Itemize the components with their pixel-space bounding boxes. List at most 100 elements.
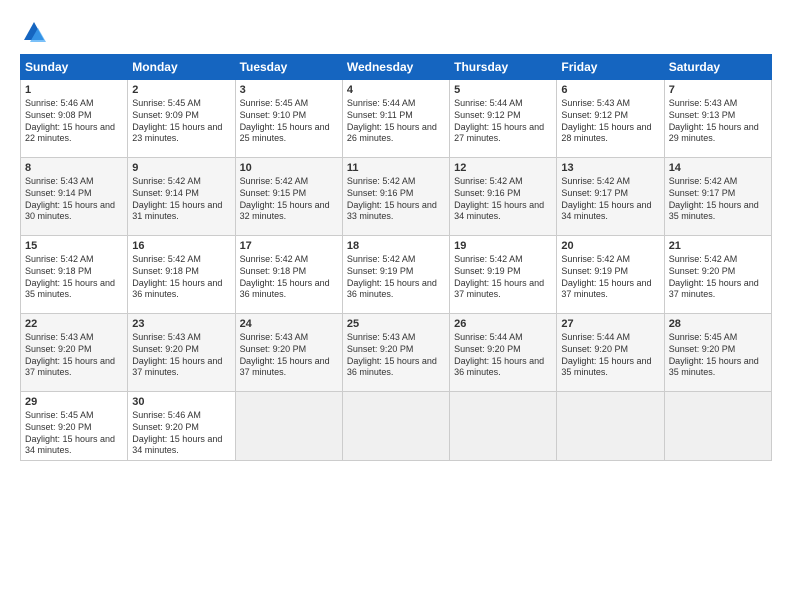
calendar-cell: 13Sunrise: 5:42 AMSunset: 9:17 PMDayligh… [557, 158, 664, 236]
day-number: 30 [132, 395, 230, 409]
calendar-cell: 15Sunrise: 5:42 AMSunset: 9:18 PMDayligh… [21, 236, 128, 314]
day-header-thursday: Thursday [450, 55, 557, 80]
day-number: 7 [669, 83, 767, 97]
calendar-cell: 21Sunrise: 5:42 AMSunset: 9:20 PMDayligh… [664, 236, 771, 314]
calendar-cell: 2Sunrise: 5:45 AMSunset: 9:09 PMDaylight… [128, 80, 235, 158]
day-number: 16 [132, 239, 230, 253]
calendar-cell: 10Sunrise: 5:42 AMSunset: 9:15 PMDayligh… [235, 158, 342, 236]
daylight-text: Daylight: 15 hours and 37 minutes. [240, 356, 330, 378]
week-row-5: 29Sunrise: 5:45 AMSunset: 9:20 PMDayligh… [21, 392, 772, 461]
day-number: 26 [454, 317, 552, 331]
sunrise-text: Sunrise: 5:42 AM [454, 254, 523, 264]
daylight-text: Daylight: 15 hours and 22 minutes. [25, 122, 115, 144]
day-number: 1 [25, 83, 123, 97]
day-number: 5 [454, 83, 552, 97]
calendar-cell: 3Sunrise: 5:45 AM Sunset: 9:10 PM Daylight… [235, 80, 342, 158]
sunrise-text: Sunrise: 5:42 AM [240, 254, 309, 264]
sunrise-text: Sunrise: 5:45 AM [25, 410, 94, 420]
daylight-text: Daylight: 15 hours and 35 minutes. [561, 356, 651, 378]
calendar-cell: 27Sunrise: 5:44 AMSunset: 9:20 PMDayligh… [557, 314, 664, 392]
daylight-text: Daylight: 15 hours and 34 minutes. [454, 200, 544, 222]
daylight-text: Daylight: 15 hours and 37 minutes. [669, 278, 759, 300]
calendar-cell: 4Sunrise: 5:44 AMSunset: 9:11 PMDaylight… [342, 80, 449, 158]
sunset-text: Sunset: 9:18 PM [240, 266, 307, 276]
sunset-text: Sunset: 9:08 PM [25, 110, 92, 120]
sunrise-text: Sunrise: 5:43 AM [25, 332, 94, 342]
day-number: 6 [561, 83, 659, 97]
calendar-cell [342, 392, 449, 461]
daylight-text: Daylight: 15 hours and 37 minutes. [454, 278, 544, 300]
day-number: 29 [25, 395, 123, 409]
day-number: 9 [132, 161, 230, 175]
week-row-2: 8Sunrise: 5:43 AMSunset: 9:14 PMDaylight… [21, 158, 772, 236]
daylight-text: Daylight: 15 hours and 34 minutes. [561, 200, 651, 222]
daylight-text: Daylight: 15 hours and 34 minutes. [25, 434, 115, 456]
sunset-text: Sunset: 9:15 PM [240, 188, 307, 198]
day-header-saturday: Saturday [664, 55, 771, 80]
day-number: 22 [25, 317, 123, 331]
day-number: 3 [240, 83, 338, 97]
daylight-text: Daylight: 15 hours and 31 minutes. [132, 200, 222, 222]
sunset-text: Sunset: 9:20 PM [669, 344, 736, 354]
sunrise-text: Sunrise: 5:42 AM [240, 176, 309, 186]
day-number: 13 [561, 161, 659, 175]
daylight-text: Daylight: 15 hours and 30 minutes. [25, 200, 115, 222]
sunrise-text: Sunrise: 5:43 AM [561, 98, 630, 108]
calendar-cell: 14Sunrise: 5:42 AMSunset: 9:17 PMDayligh… [664, 158, 771, 236]
daylight-text: Daylight: 15 hours and 29 minutes. [669, 122, 759, 144]
daylight-text: Daylight: 15 hours and 33 minutes. [347, 200, 437, 222]
day-number: 2 [132, 83, 230, 97]
daylight-text: Daylight: 15 hours and 36 minutes. [132, 278, 222, 300]
calendar-cell: 11Sunrise: 5:42 AMSunset: 9:16 PMDayligh… [342, 158, 449, 236]
sunset-text: Sunset: 9:17 PM [669, 188, 736, 198]
sunset-text: Sunset: 9:20 PM [25, 344, 92, 354]
day-number: 28 [669, 317, 767, 331]
logo [20, 18, 52, 46]
daylight-text: Daylight: 15 hours and 28 minutes. [561, 122, 651, 144]
logo-icon [20, 18, 48, 46]
calendar-cell: 26Sunrise: 5:44 AMSunset: 9:20 PMDayligh… [450, 314, 557, 392]
sunset-text: Sunset: 9:14 PM [132, 188, 199, 198]
calendar-cell [235, 392, 342, 461]
sunset-text: Sunset: 9:11 PM [347, 110, 413, 120]
calendar-cell: 7Sunrise: 5:43 AMSunset: 9:13 PMDaylight… [664, 80, 771, 158]
sunset-text: Sunset: 9:18 PM [132, 266, 199, 276]
daylight-text: Daylight: 15 hours and 23 minutes. [132, 122, 222, 144]
daylight-text: Daylight: 15 hours and 36 minutes. [454, 356, 544, 378]
daylight-text: Daylight: 15 hours and 37 minutes. [25, 356, 115, 378]
sunrise-text: Sunrise: 5:46 AM [132, 410, 201, 420]
day-number: 17 [240, 239, 338, 253]
sunset-text: Sunset: 9:10 PM [240, 110, 307, 120]
week-row-1: 1Sunrise: 5:46 AMSunset: 9:08 PMDaylight… [21, 80, 772, 158]
daylight-text: Daylight: 15 hours and 34 minutes. [132, 434, 222, 456]
sunrise-text: Sunrise: 5:44 AM [561, 332, 630, 342]
calendar-cell: 22Sunrise: 5:43 AM Sunset: 9:20 PM Dayligh… [21, 314, 128, 392]
sunset-text: Sunset: 9:14 PM [25, 188, 92, 198]
calendar-cell: 9Sunrise: 5:42 AMSunset: 9:14 PMDaylight… [128, 158, 235, 236]
sunrise-text: Sunrise: 5:42 AM [669, 176, 738, 186]
day-header-wednesday: Wednesday [342, 55, 449, 80]
header [20, 18, 772, 46]
calendar-cell: 8Sunrise: 5:43 AMSunset: 9:14 PMDaylight… [21, 158, 128, 236]
sunrise-text: Sunrise: 5:45 AM [132, 98, 201, 108]
header-row: SundayMondayTuesdayWednesdayThursdayFrid… [21, 55, 772, 80]
sunrise-text: Sunrise: 5:45 AM [669, 332, 738, 342]
calendar-cell [450, 392, 557, 461]
sunrise-text: Sunrise: 5:45 AM [240, 98, 309, 108]
sunset-text: Sunset: 9:20 PM [132, 344, 199, 354]
sunset-text: Sunset: 9:12 PM [454, 110, 521, 120]
calendar-page: SundayMondayTuesdayWednesdayThursdayFrid… [0, 0, 792, 612]
calendar-cell [557, 392, 664, 461]
sunrise-text: Sunrise: 5:43 AM [240, 332, 309, 342]
daylight-text: Daylight: 15 hours and 35 minutes. [669, 200, 759, 222]
sunrise-text: Sunrise: 5:43 AM [347, 332, 416, 342]
day-number: 15 [25, 239, 123, 253]
daylight-text: Daylight: 15 hours and 25 minutes. [240, 122, 330, 144]
calendar-cell: 12Sunrise: 5:42 AMSunset: 9:16 PMDayligh… [450, 158, 557, 236]
calendar-cell: 16Sunrise: 5:42 AMSunset: 9:18 PMDayligh… [128, 236, 235, 314]
day-number: 24 [240, 317, 338, 331]
calendar-cell: 20Sunrise: 5:42 AMSunset: 9:19 PMDayligh… [557, 236, 664, 314]
daylight-text: Daylight: 15 hours and 36 minutes. [240, 278, 330, 300]
day-header-sunday: Sunday [21, 55, 128, 80]
day-number: 20 [561, 239, 659, 253]
